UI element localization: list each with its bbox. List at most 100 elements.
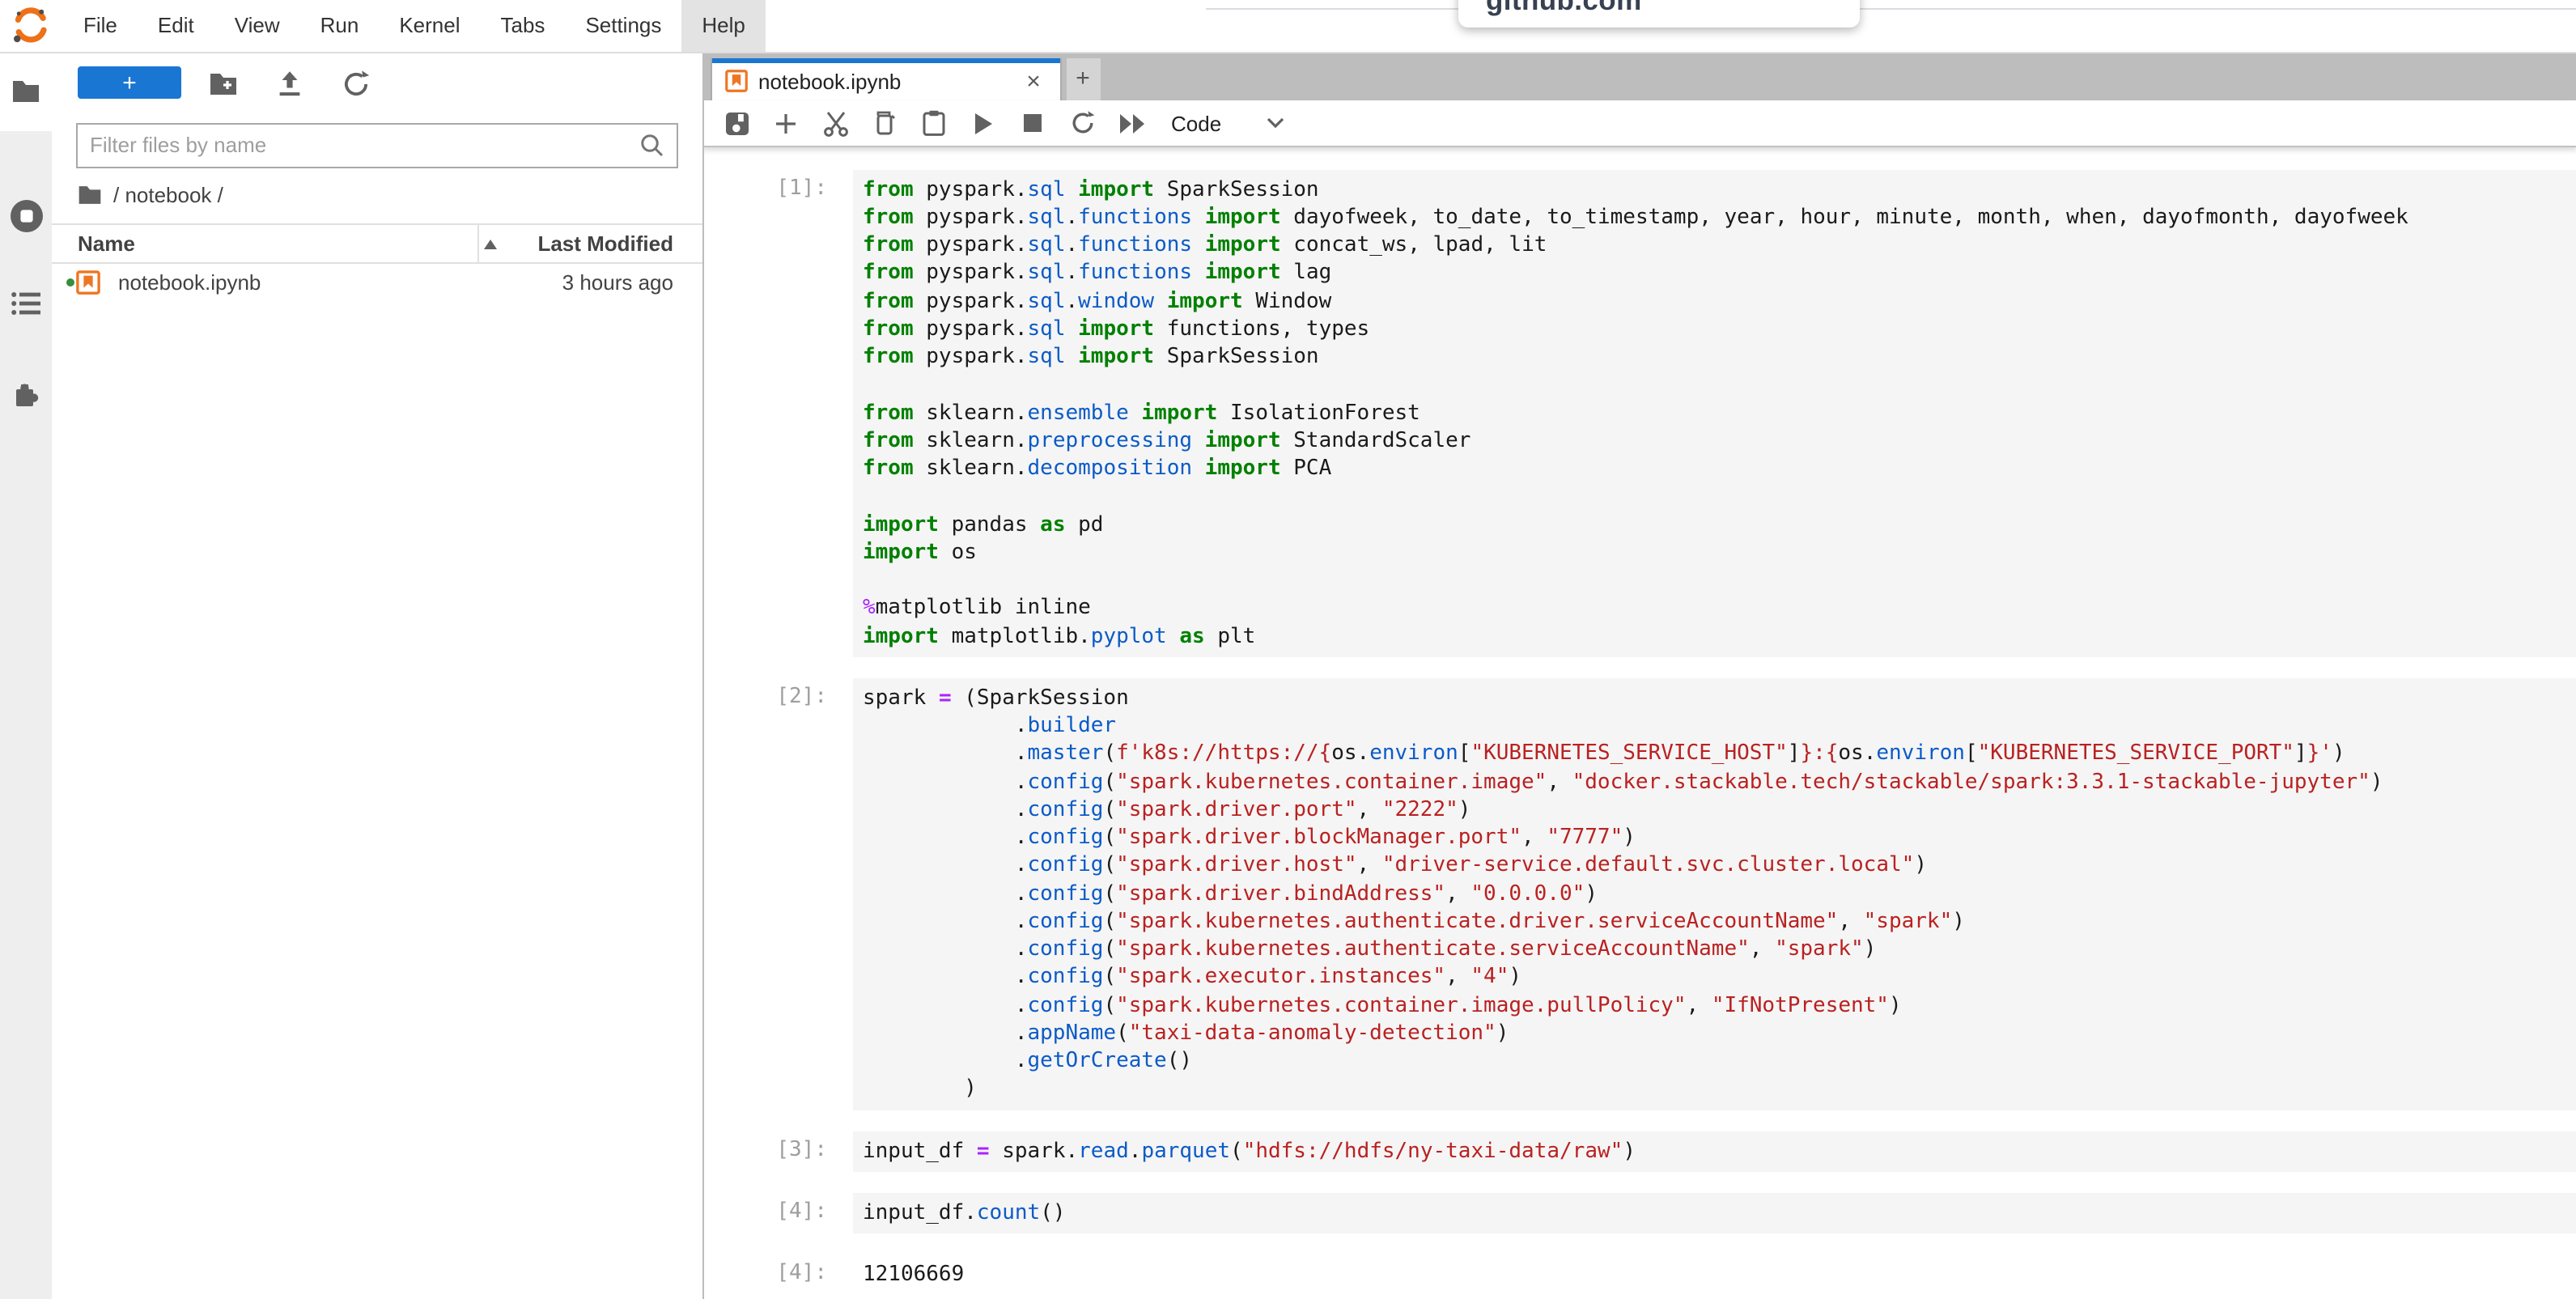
add-cell-button[interactable]: [772, 109, 800, 137]
code-line: from sklearn.decomposition import PCA: [863, 455, 2576, 483]
sidebar-item-extensions[interactable]: [0, 357, 52, 431]
code-line: ): [863, 1076, 2576, 1104]
code-line: from pyspark.sql import functions, types: [863, 316, 2576, 344]
save-button[interactable]: [723, 109, 750, 137]
search-icon: [639, 132, 664, 158]
run-button[interactable]: [970, 109, 997, 137]
breadcrumb-path: / notebook /: [113, 183, 223, 207]
column-divider: [477, 224, 479, 261]
code-line: .config("spark.executor.instances", "4"): [863, 964, 2576, 992]
code-line: .config("spark.driver.host", "driver-ser…: [863, 852, 2576, 881]
extensions-icon: [11, 379, 41, 410]
code-line: %matplotlib inline: [863, 595, 2576, 623]
breadcrumb[interactable]: / notebook /: [52, 168, 702, 223]
column-header-modified[interactable]: Last Modified: [537, 231, 673, 255]
code-line: .config("spark.driver.port", "2222"): [863, 796, 2576, 825]
code-line: .config("spark.kubernetes.authenticate.s…: [863, 936, 2576, 964]
copy-icon: [872, 110, 897, 136]
add-cell-icon: [774, 111, 798, 135]
code-line: .config("spark.kubernetes.container.imag…: [863, 991, 2576, 1020]
restart-kernel-button[interactable]: [1068, 109, 1096, 137]
code-cell: [3]:input_df = spark.read.parquet("hdfs:…: [702, 1131, 2576, 1172]
menu-edit[interactable]: Edit: [138, 0, 214, 51]
code-line: from pyspark.sql.functions import concat…: [863, 231, 2576, 260]
cell-editor[interactable]: from pyspark.sql import SparkSessionfrom…: [853, 169, 2576, 657]
code-line: import os: [863, 539, 2576, 567]
code-line: from sklearn.preprocessing import Standa…: [863, 427, 2576, 456]
file-filter-input[interactable]: [77, 133, 639, 157]
code-line: from pyspark.sql.window import Window: [863, 287, 2576, 316]
stackable-logo-icon: [11, 6, 50, 45]
menu-view[interactable]: View: [214, 0, 300, 51]
cell-prompt: [4]:: [702, 1193, 853, 1234]
tab-notebook[interactable]: notebook.ipynb ×: [710, 57, 1061, 100]
refresh-icon[interactable]: [342, 69, 371, 98]
cell-prompt: [1]:: [702, 169, 853, 657]
run-icon: [973, 111, 994, 135]
jupyterlab-window: File Edit View Run Kernel Tabs Settings …: [0, 0, 2576, 1299]
cell-editor[interactable]: input_df = spark.read.parquet("hdfs://hd…: [853, 1131, 2576, 1172]
code-line: input_df.count(): [863, 1199, 2576, 1228]
new-folder-icon[interactable]: [208, 69, 237, 98]
notebook-file-icon: [724, 70, 747, 93]
upload-icon[interactable]: [275, 69, 304, 98]
stop-button[interactable]: [1019, 109, 1046, 137]
code-line: from pyspark.sql import SparkSession: [863, 343, 2576, 371]
code-line: .config("spark.kubernetes.container.imag…: [863, 768, 2576, 796]
code-cell: [1]:from pyspark.sql import SparkSession…: [702, 169, 2576, 657]
sidebar-item-toc[interactable]: [0, 266, 52, 341]
cell-type-dropdown[interactable]: Code: [1171, 111, 1221, 135]
column-header-name[interactable]: Name: [52, 231, 135, 255]
menu-run[interactable]: Run: [300, 0, 380, 51]
code-line: .master(f'k8s://https://{os.environ["KUB…: [863, 741, 2576, 769]
restart-icon: [1069, 110, 1095, 136]
output-cell: [4]:12106669: [702, 1254, 2576, 1296]
chevron-down-icon[interactable]: [1265, 117, 1284, 129]
activity-sidebar: [0, 51, 53, 1299]
cell-editor[interactable]: spark = (SparkSession .builder .master(f…: [853, 678, 2576, 1110]
code-line: from pyspark.sql import SparkSession: [863, 176, 2576, 204]
close-tab-icon[interactable]: ×: [1021, 68, 1046, 96]
code-line: [863, 483, 2576, 512]
code-line: [863, 567, 2576, 595]
new-tab-button[interactable]: +: [1066, 57, 1100, 100]
tab-bar: notebook.ipynb × +: [702, 51, 2576, 100]
notebook-scroll-area[interactable]: [1]:from pyspark.sql import SparkSession…: [702, 146, 2576, 1299]
main-area: notebook.ipynb × +: [702, 51, 2576, 1299]
file-row-notebook[interactable]: notebook.ipynb 3 hours ago: [52, 263, 702, 301]
cell-prompt: [4]:: [702, 1254, 853, 1296]
code-line: .getOrCreate(): [863, 1047, 2576, 1076]
tab-label: notebook.ipynb: [758, 70, 901, 94]
menu-settings[interactable]: Settings: [565, 0, 681, 51]
code-line: from pyspark.sql.functions import dayofw…: [863, 204, 2576, 232]
cell-editor[interactable]: input_df.count(): [853, 1193, 2576, 1234]
code-line: from sklearn.ensemble import IsolationFo…: [863, 399, 2576, 427]
sidebar-item-running[interactable]: [0, 179, 52, 253]
cell-list: [1]:from pyspark.sql import SparkSession…: [702, 169, 2576, 1296]
new-launcher-button[interactable]: +: [78, 66, 181, 99]
menu-tabs[interactable]: Tabs: [481, 0, 566, 51]
paste-button[interactable]: [920, 109, 948, 137]
menu-kernel[interactable]: Kernel: [379, 0, 480, 51]
run-all-icon: [1118, 112, 1145, 134]
file-browser-toolbar: +: [52, 51, 702, 116]
github-popup: github.com: [1458, 0, 1859, 27]
copy-button[interactable]: [871, 109, 898, 137]
file-filter-box: [75, 122, 677, 168]
cut-icon: [821, 109, 849, 137]
running-indicator-dot: [66, 278, 74, 287]
code-line: .config("spark.driver.blockManager.port"…: [863, 824, 2576, 852]
home-folder-icon: [78, 185, 102, 206]
menu-file[interactable]: File: [63, 0, 138, 51]
notebook-file-icon: [76, 270, 100, 295]
cell-output-area: 12106669: [853, 1254, 2576, 1296]
sidebar-item-files[interactable]: [0, 51, 52, 130]
cut-button[interactable]: [821, 109, 849, 137]
code-line: import pandas as pd: [863, 511, 2576, 539]
file-browser-panel: + / notebook /: [52, 51, 703, 1299]
code-line: .config("spark.driver.bindAddress", "0.0…: [863, 880, 2576, 908]
stop-icon: [1023, 113, 1042, 133]
restart-run-all-button[interactable]: [1118, 109, 1145, 137]
table-of-contents-icon: [11, 291, 40, 316]
menu-help[interactable]: Help: [681, 0, 766, 51]
